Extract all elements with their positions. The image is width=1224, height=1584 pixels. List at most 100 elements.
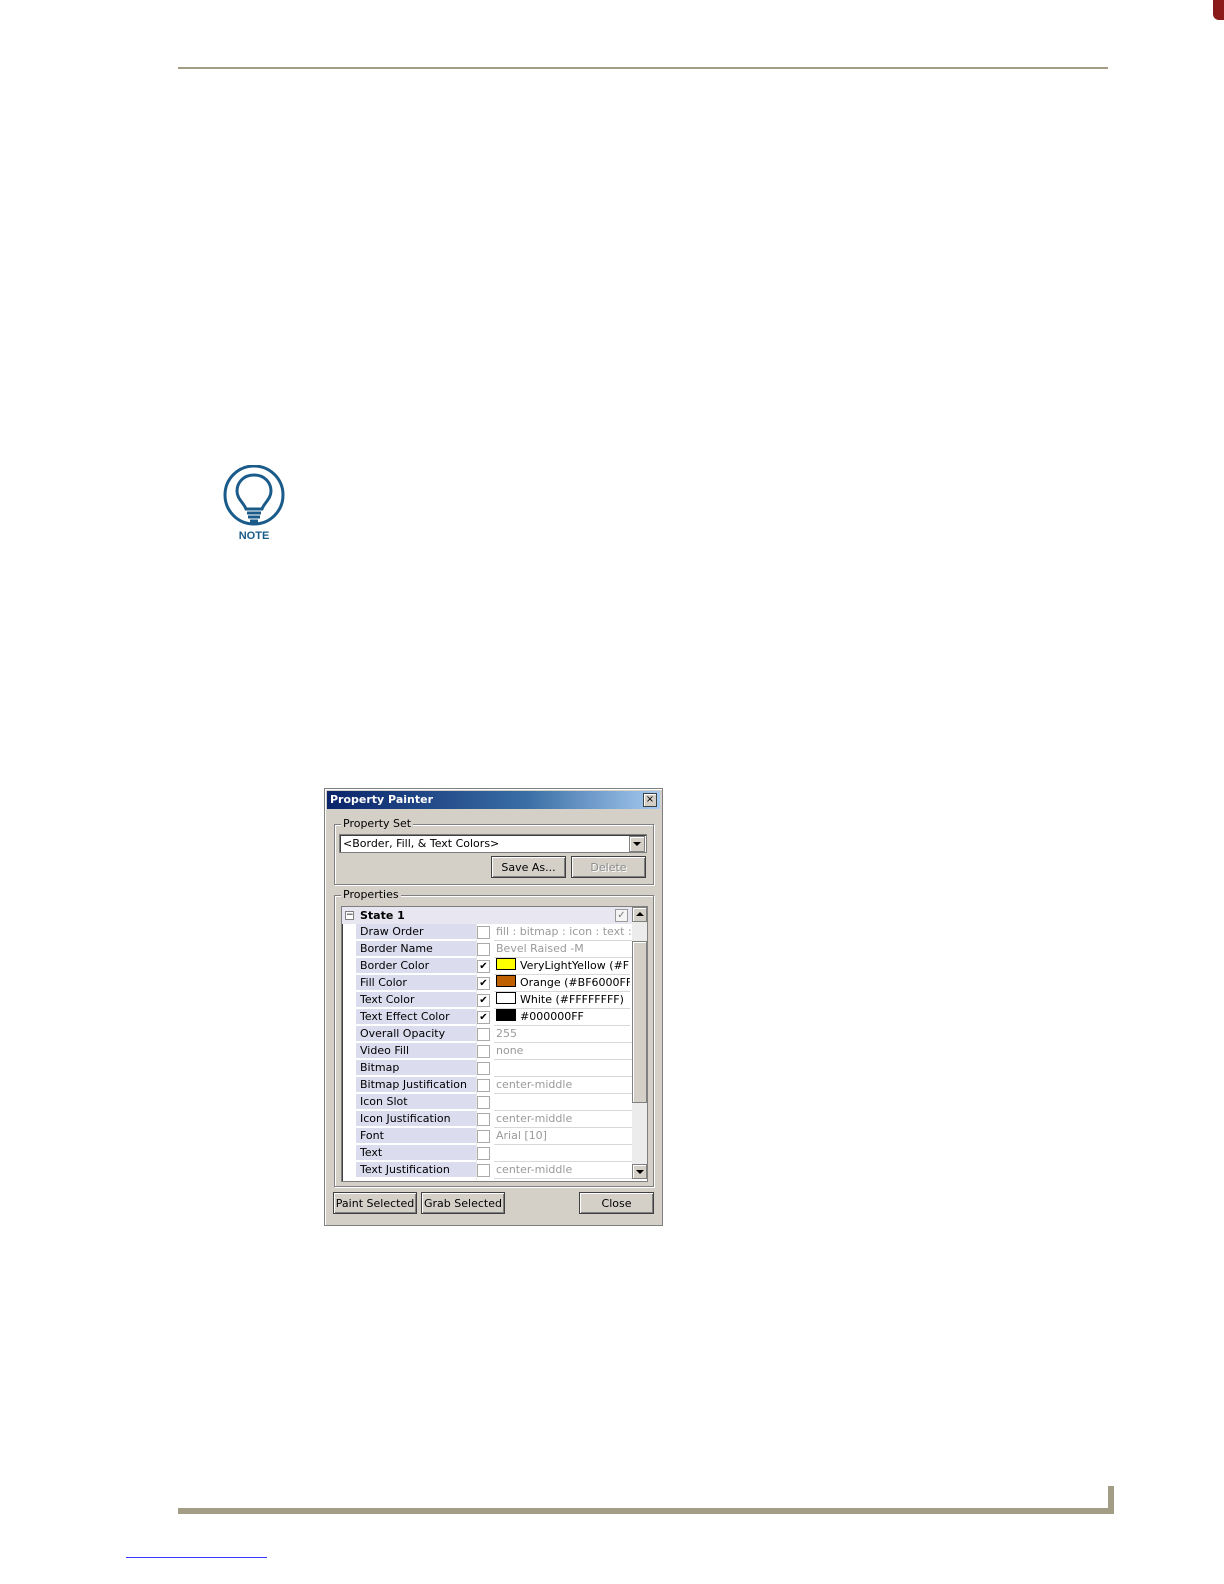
property-value[interactable]: Bevel Raised -M (494, 941, 632, 958)
property-name: Draw Order (356, 924, 476, 940)
property-value-text: center-middle (496, 1163, 573, 1176)
properties-label: Properties (341, 888, 401, 901)
property-row[interactable]: Icon Justification center-middle (342, 1111, 632, 1128)
property-value-text: 255 (496, 1027, 517, 1040)
property-value-text: center-middle (496, 1078, 573, 1091)
property-checkbox[interactable] (477, 943, 490, 956)
footer-rule (178, 1508, 1114, 1514)
property-row[interactable]: Draw Order fill : bitmap : icon : text : … (342, 924, 632, 941)
property-value[interactable] (494, 1094, 632, 1111)
state-row[interactable]: − State 1 ✓ (342, 907, 632, 924)
property-row[interactable]: Bitmap (342, 1060, 632, 1077)
property-checkbox[interactable]: ✔ (477, 1011, 490, 1024)
property-name: Icon Justification (356, 1111, 476, 1127)
property-name: Border Color (356, 958, 476, 974)
close-icon[interactable]: × (643, 793, 657, 807)
property-value-text: VeryLightYellow (#FF... (520, 959, 630, 972)
scroll-thumb[interactable] (632, 941, 647, 1103)
property-name: Video Fill (356, 1043, 476, 1059)
property-name: Bitmap Justification (356, 1077, 476, 1093)
property-value[interactable]: Orange (#BF6000FF) (494, 975, 630, 992)
property-name: Fill Color (356, 975, 476, 991)
scroll-up-icon[interactable] (632, 907, 647, 922)
save-as-button[interactable]: Save As... (491, 856, 566, 878)
note-callout: NOTE (222, 465, 286, 547)
scroll-down-icon[interactable] (632, 1164, 647, 1179)
property-checkbox[interactable] (477, 1096, 490, 1109)
property-painter-dialog: Property Painter × Property Set <Border,… (324, 788, 663, 1226)
property-value[interactable]: center-middle (494, 1111, 632, 1128)
property-row[interactable]: Icon Slot (342, 1094, 632, 1111)
footer-corner (1108, 1486, 1114, 1512)
delete-button[interactable]: Delete (571, 856, 646, 878)
property-row[interactable]: Text Justification center-middle (342, 1162, 632, 1179)
property-name: Border Name (356, 941, 476, 957)
property-row[interactable]: Font Arial [10] (342, 1128, 632, 1145)
property-row[interactable]: Border Color✔ VeryLightYellow (#FF... (342, 958, 632, 975)
property-name: Text (356, 1145, 476, 1161)
property-value[interactable]: center-middle (494, 1077, 632, 1094)
property-row[interactable]: Video Fill none (342, 1043, 632, 1060)
property-value-text: center-middle (496, 1112, 573, 1125)
paint-selected-button[interactable]: Paint Selected (333, 1192, 417, 1214)
property-checkbox[interactable] (477, 1079, 490, 1092)
header-rule (178, 67, 1108, 69)
property-checkbox[interactable]: ✔ (477, 977, 490, 990)
property-value[interactable]: VeryLightYellow (#FF... (494, 958, 630, 975)
vertical-scrollbar[interactable] (632, 907, 647, 1179)
property-value[interactable]: center-middle (494, 1162, 632, 1179)
property-row[interactable]: Text Effect Color ✔ #000000FF (342, 1009, 632, 1026)
property-name: Text Effect Color (356, 1009, 476, 1025)
property-value[interactable]: fill : bitmap : icon : text : bo... (494, 924, 632, 941)
footer-link-underline[interactable] (126, 1557, 267, 1558)
property-value[interactable]: none (494, 1043, 632, 1060)
property-value-text: White (#FFFFFFFF) (520, 993, 624, 1006)
property-checkbox[interactable]: ✔ (477, 994, 490, 1007)
lightbulb-icon (223, 465, 285, 526)
property-value[interactable]: 255 (494, 1026, 632, 1043)
brand-tab (1213, 0, 1224, 20)
property-value-text: Arial [10] (496, 1129, 547, 1142)
property-value[interactable]: #000000FF (494, 1009, 630, 1026)
close-button[interactable]: Close (579, 1192, 654, 1214)
property-row[interactable]: Fill Color ✔ Orange (#BF6000FF) (342, 975, 632, 992)
property-value[interactable] (494, 1145, 632, 1162)
property-checkbox[interactable] (477, 1130, 490, 1143)
property-checkbox[interactable] (477, 1113, 490, 1126)
property-row[interactable]: Bitmap Justification center-middle (342, 1077, 632, 1094)
property-value-text: #000000FF (520, 1010, 584, 1023)
collapse-icon[interactable]: − (345, 911, 354, 920)
property-row[interactable]: Overall Opacity 255 (342, 1026, 632, 1043)
property-name: Overall Opacity (356, 1026, 476, 1042)
property-row[interactable]: Text Color ✔ White (#FFFFFFFF) (342, 992, 632, 1009)
property-set-label: Property Set (341, 817, 414, 830)
properties-grid: − State 1 ✓ Draw Order fill : bitmap : ic… (341, 906, 648, 1182)
property-row[interactable]: Text (342, 1145, 632, 1162)
title-bar[interactable]: Property Painter × (327, 791, 660, 809)
property-checkbox[interactable] (477, 1147, 490, 1160)
chevron-down-icon[interactable] (629, 836, 645, 852)
property-checkbox[interactable]: ✔ (477, 960, 490, 973)
state-checkbox[interactable]: ✓ (615, 909, 628, 922)
grab-selected-button[interactable]: Grab Selected (421, 1192, 505, 1214)
property-checkbox[interactable] (477, 1045, 490, 1058)
property-value-text: Bevel Raised -M (496, 942, 584, 955)
property-value-text: none (496, 1044, 524, 1057)
property-value[interactable]: Arial [10] (494, 1128, 632, 1145)
property-value[interactable]: White (#FFFFFFFF) (494, 992, 630, 1009)
property-set-dropdown[interactable]: <Border, Fill, & Text Colors> (339, 834, 647, 853)
property-checkbox[interactable] (477, 1028, 490, 1041)
property-checkbox[interactable] (477, 1062, 490, 1075)
property-value[interactable] (494, 1060, 632, 1077)
state-label: State 1 (360, 909, 405, 922)
property-name: Font (356, 1128, 476, 1144)
property-row[interactable]: Border Name Bevel Raised -M (342, 941, 632, 958)
property-checkbox[interactable] (477, 926, 490, 939)
color-swatch (496, 958, 516, 970)
property-name: Text Color (356, 992, 476, 1008)
property-name: Text Justification (356, 1162, 476, 1178)
property-checkbox[interactable] (477, 1164, 490, 1177)
property-name: Bitmap (356, 1060, 476, 1076)
note-label: NOTE (238, 530, 270, 542)
property-value-text: fill : bitmap : icon : text : bo... (496, 925, 632, 938)
